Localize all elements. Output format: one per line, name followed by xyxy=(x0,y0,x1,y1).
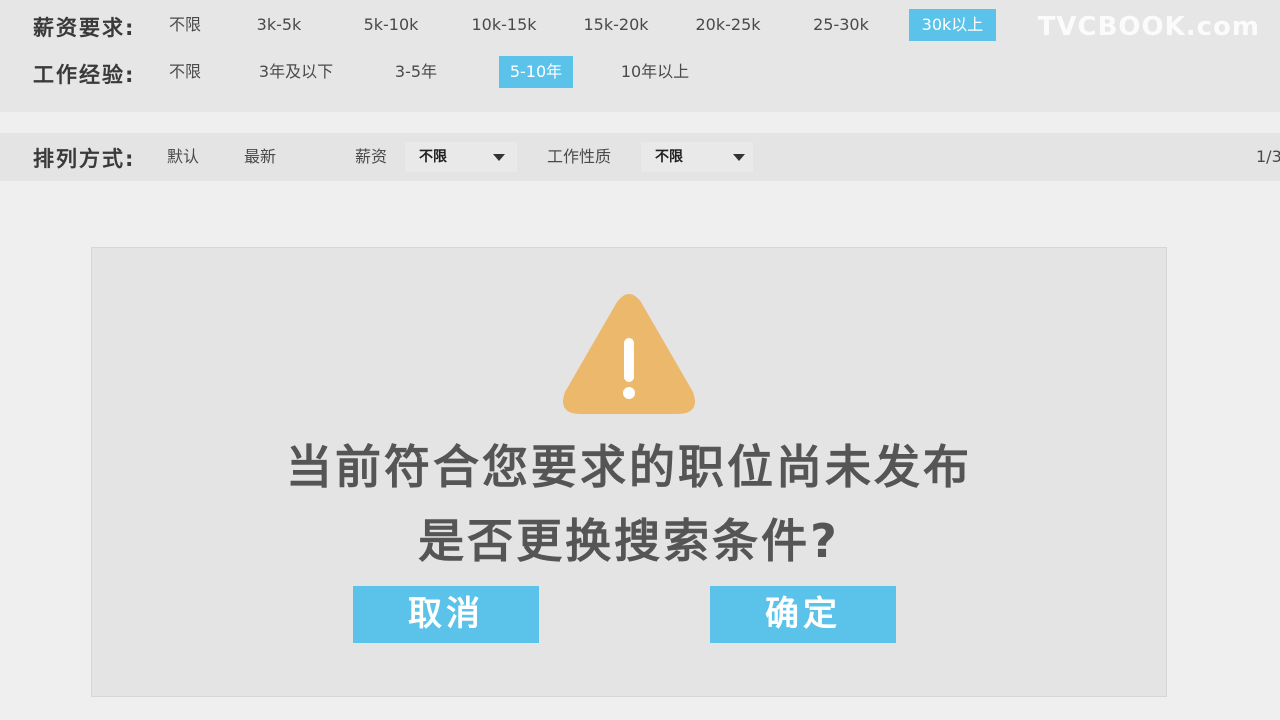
sort-bar: 排列方式: 默认 最新 薪资 不限 工作性质 不限 1/3 xyxy=(0,133,1280,181)
salary-option-5k-10k[interactable]: 5k-10k xyxy=(354,9,428,41)
salary-option-30k-plus[interactable]: 30k以上 xyxy=(909,9,996,41)
confirm-button[interactable]: 确定 xyxy=(710,586,896,643)
sort-label: 排列方式: xyxy=(33,147,136,171)
experience-option-10y-plus[interactable]: 10年以上 xyxy=(610,56,700,88)
watermark-logo: TVCBOOK.com xyxy=(1037,12,1260,42)
page-indicator: 1/3 xyxy=(1256,147,1280,166)
no-results-dialog: 当前符合您要求的职位尚未发布 是否更换搜索条件? 取消 确定 xyxy=(91,247,1167,697)
job-type-select-label: 工作性质 xyxy=(547,147,612,166)
experience-option-3y-or-less[interactable]: 3年及以下 xyxy=(248,56,344,88)
dialog-message-line1: 当前符合您要求的职位尚未发布 xyxy=(286,440,972,494)
salary-select-label: 薪资 xyxy=(355,147,388,166)
sort-default-option[interactable]: 默认 xyxy=(167,133,199,181)
job-type-select[interactable]: 不限 xyxy=(641,142,753,172)
job-search-page: 薪资要求: 不限 3k-5k 5k-10k 10k-15k 15k-20k 20… xyxy=(0,0,1280,720)
salary-select-value: 不限 xyxy=(419,149,447,165)
cancel-button[interactable]: 取消 xyxy=(353,586,539,643)
chevron-down-icon xyxy=(733,154,745,161)
experience-filter-row: 工作经验: 不限 3年及以下 3-5年 5-10年 10年以上 xyxy=(0,56,1280,88)
experience-option-3-5y[interactable]: 3-5年 xyxy=(386,56,446,88)
experience-filter-label: 工作经验: xyxy=(33,63,136,87)
salary-option-10k-15k[interactable]: 10k-15k xyxy=(462,9,546,41)
salary-filter-label: 薪资要求: xyxy=(33,16,136,40)
sort-latest-option[interactable]: 最新 xyxy=(244,133,276,181)
chevron-down-icon xyxy=(493,154,505,161)
warning-icon xyxy=(563,294,695,414)
experience-option-5-10y[interactable]: 5-10年 xyxy=(499,56,573,88)
salary-select[interactable]: 不限 xyxy=(405,142,517,172)
salary-option-15k-20k[interactable]: 15k-20k xyxy=(574,9,658,41)
filter-panel: 薪资要求: 不限 3k-5k 5k-10k 10k-15k 15k-20k 20… xyxy=(0,0,1280,112)
job-type-select-value: 不限 xyxy=(655,149,683,165)
salary-option-25-30k[interactable]: 25-30k xyxy=(804,9,878,41)
experience-option-any[interactable]: 不限 xyxy=(162,56,208,88)
salary-option-any[interactable]: 不限 xyxy=(162,9,208,41)
salary-option-3k-5k[interactable]: 3k-5k xyxy=(248,9,310,41)
salary-option-20k-25k[interactable]: 20k-25k xyxy=(686,9,770,41)
dialog-message-line2: 是否更换搜索条件? xyxy=(418,514,840,568)
